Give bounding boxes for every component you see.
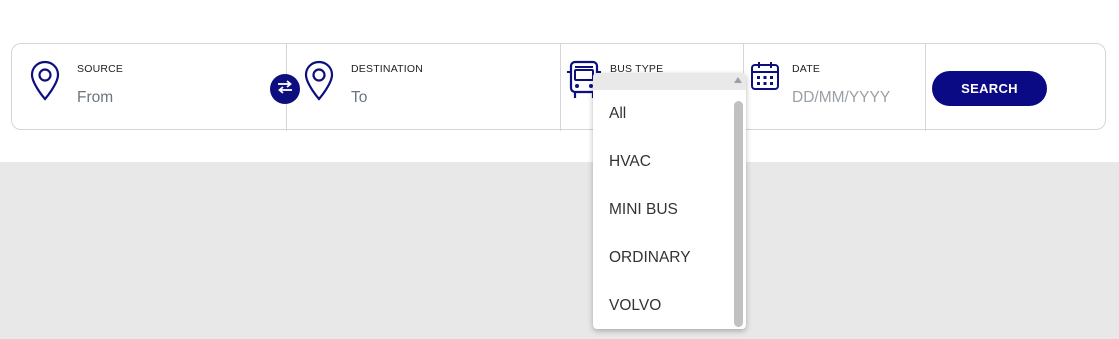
destination-label: DESTINATION [351,63,424,75]
dropdown-option-hvac[interactable]: HVAC [609,153,651,171]
page: SOURCE From DESTINATION To BUS TYPE DATE… [0,0,1119,339]
dropdown-scroll-thumb[interactable] [734,101,743,327]
source-input[interactable]: From [77,89,113,107]
dropdown-option-volvo[interactable]: VOLVO [609,297,661,315]
source-field[interactable]: SOURCE From [12,44,286,131]
destination-field[interactable]: DESTINATION To [287,44,560,131]
date-label: DATE [792,63,821,75]
date-field[interactable]: DATE DD/MM/YYYY [744,44,925,131]
content-background [0,162,1119,339]
location-pin-icon [304,60,334,107]
bus-search-bar: SOURCE From DESTINATION To BUS TYPE DATE… [11,43,1106,131]
location-pin-icon [30,60,60,107]
scroll-up-arrow-icon[interactable] [734,77,742,83]
calendar-icon [750,61,780,96]
date-input[interactable]: DD/MM/YYYY [792,89,890,107]
search-button[interactable]: SEARCH [932,71,1047,106]
dropdown-option-ordinary[interactable]: ORDINARY [609,249,691,267]
dropdown-option-all[interactable]: All [609,105,626,123]
bus-type-dropdown: All HVAC MINI BUS ORDINARY VOLVO [593,73,746,329]
destination-input[interactable]: To [351,89,367,107]
field-divider [925,44,926,131]
dropdown-option-mini-bus[interactable]: MINI BUS [609,201,678,219]
dropdown-selected-row[interactable] [593,73,746,90]
source-label: SOURCE [77,63,124,75]
